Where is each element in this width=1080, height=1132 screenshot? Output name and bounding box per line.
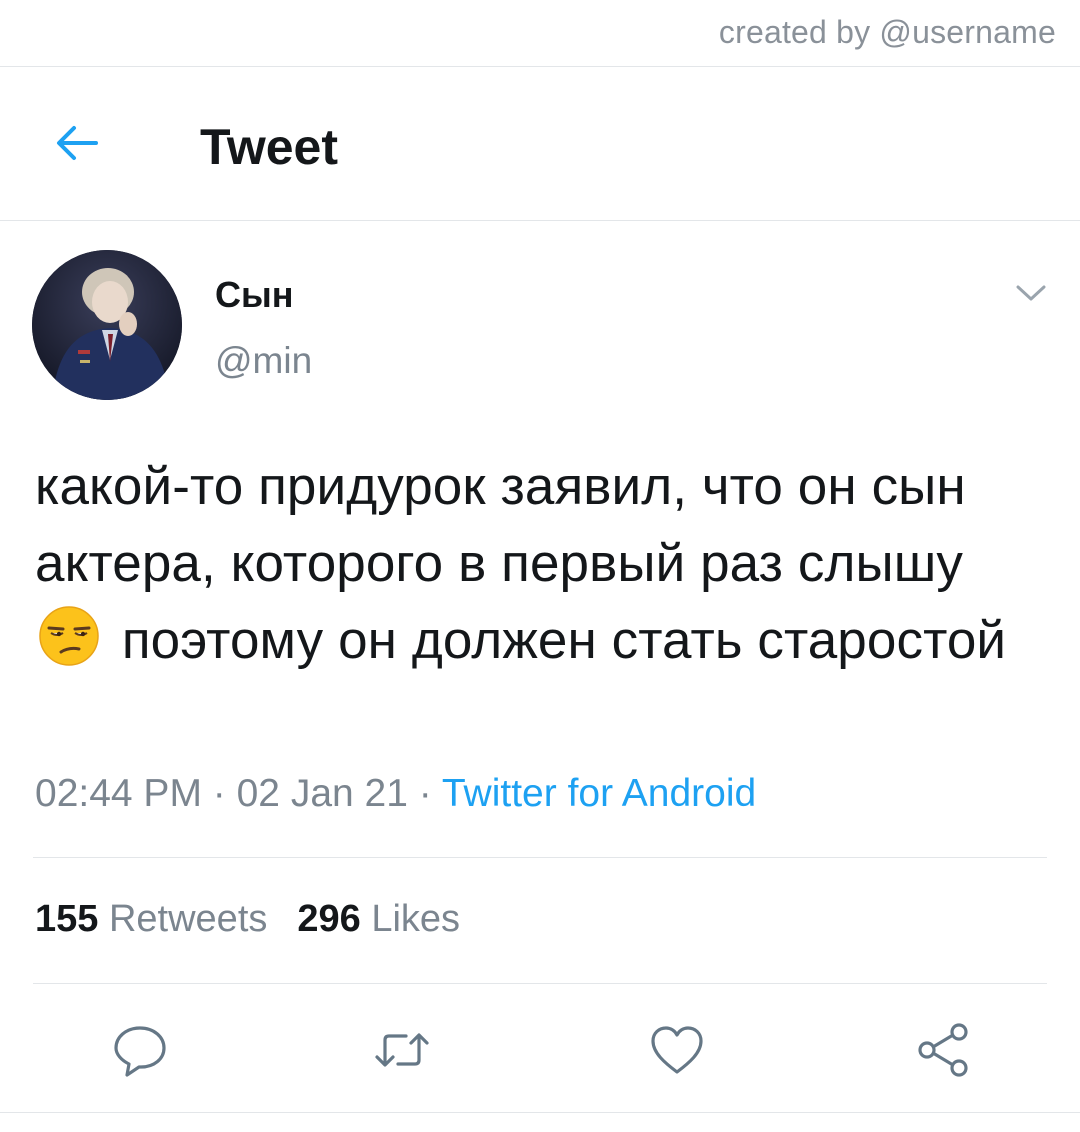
retweet-icon	[375, 1033, 429, 1067]
likes-label: Likes	[371, 898, 461, 940]
retweet-button[interactable]	[372, 1020, 432, 1080]
chevron-down-icon	[1016, 285, 1046, 301]
more-options-button[interactable]	[1012, 280, 1050, 306]
reply-bubble-icon	[114, 1026, 166, 1077]
tweet-text: какой-то придурок заявил, что он сын акт…	[35, 448, 1045, 679]
share-button[interactable]	[912, 1020, 972, 1080]
author-name[interactable]: Сын	[215, 274, 294, 316]
tweet-source-link[interactable]: Twitter for Android	[442, 772, 756, 815]
tweet-time: 02:44 PM	[35, 772, 202, 815]
like-button[interactable]	[647, 1020, 707, 1080]
reply-button[interactable]	[110, 1020, 170, 1080]
tweet-meta: 02:44 PM · 02 Jan 21 · Twitter for Andro…	[35, 772, 756, 816]
unamused-face-emoji	[37, 604, 101, 668]
tweet-date: 02 Jan 21	[236, 772, 408, 815]
meta-separator: ·	[407, 772, 442, 815]
avatar[interactable]	[32, 250, 182, 400]
page-title: Tweet	[200, 119, 338, 175]
divider	[0, 1112, 1080, 1113]
divider	[33, 857, 1047, 858]
likes-count: 296	[297, 898, 361, 940]
share-icon	[918, 1023, 968, 1077]
profile-photo	[32, 250, 182, 400]
arrow-left-icon	[57, 126, 98, 160]
watermark-credit: created by @username	[718, 14, 1056, 50]
divider	[0, 66, 1080, 67]
tweet-stats: 155 Retweets 296 Likes	[35, 898, 460, 941]
heart-icon	[651, 1026, 703, 1074]
tweet-text-part-2: поэтому он должен стать старостой	[121, 611, 1007, 670]
divider	[33, 983, 1047, 984]
author-handle[interactable]: @min	[215, 340, 312, 382]
back-button[interactable]	[52, 118, 102, 168]
tweet-text-part-1: какой-то придурок заявил, что он сын акт…	[35, 457, 966, 593]
likes-stat[interactable]: 296 Likes	[297, 898, 460, 941]
header-divider	[0, 220, 1080, 221]
retweets-stat[interactable]: 155 Retweets	[35, 898, 267, 941]
retweets-count: 155	[35, 898, 99, 940]
meta-separator: ·	[201, 772, 237, 815]
retweets-label: Retweets	[108, 898, 268, 940]
